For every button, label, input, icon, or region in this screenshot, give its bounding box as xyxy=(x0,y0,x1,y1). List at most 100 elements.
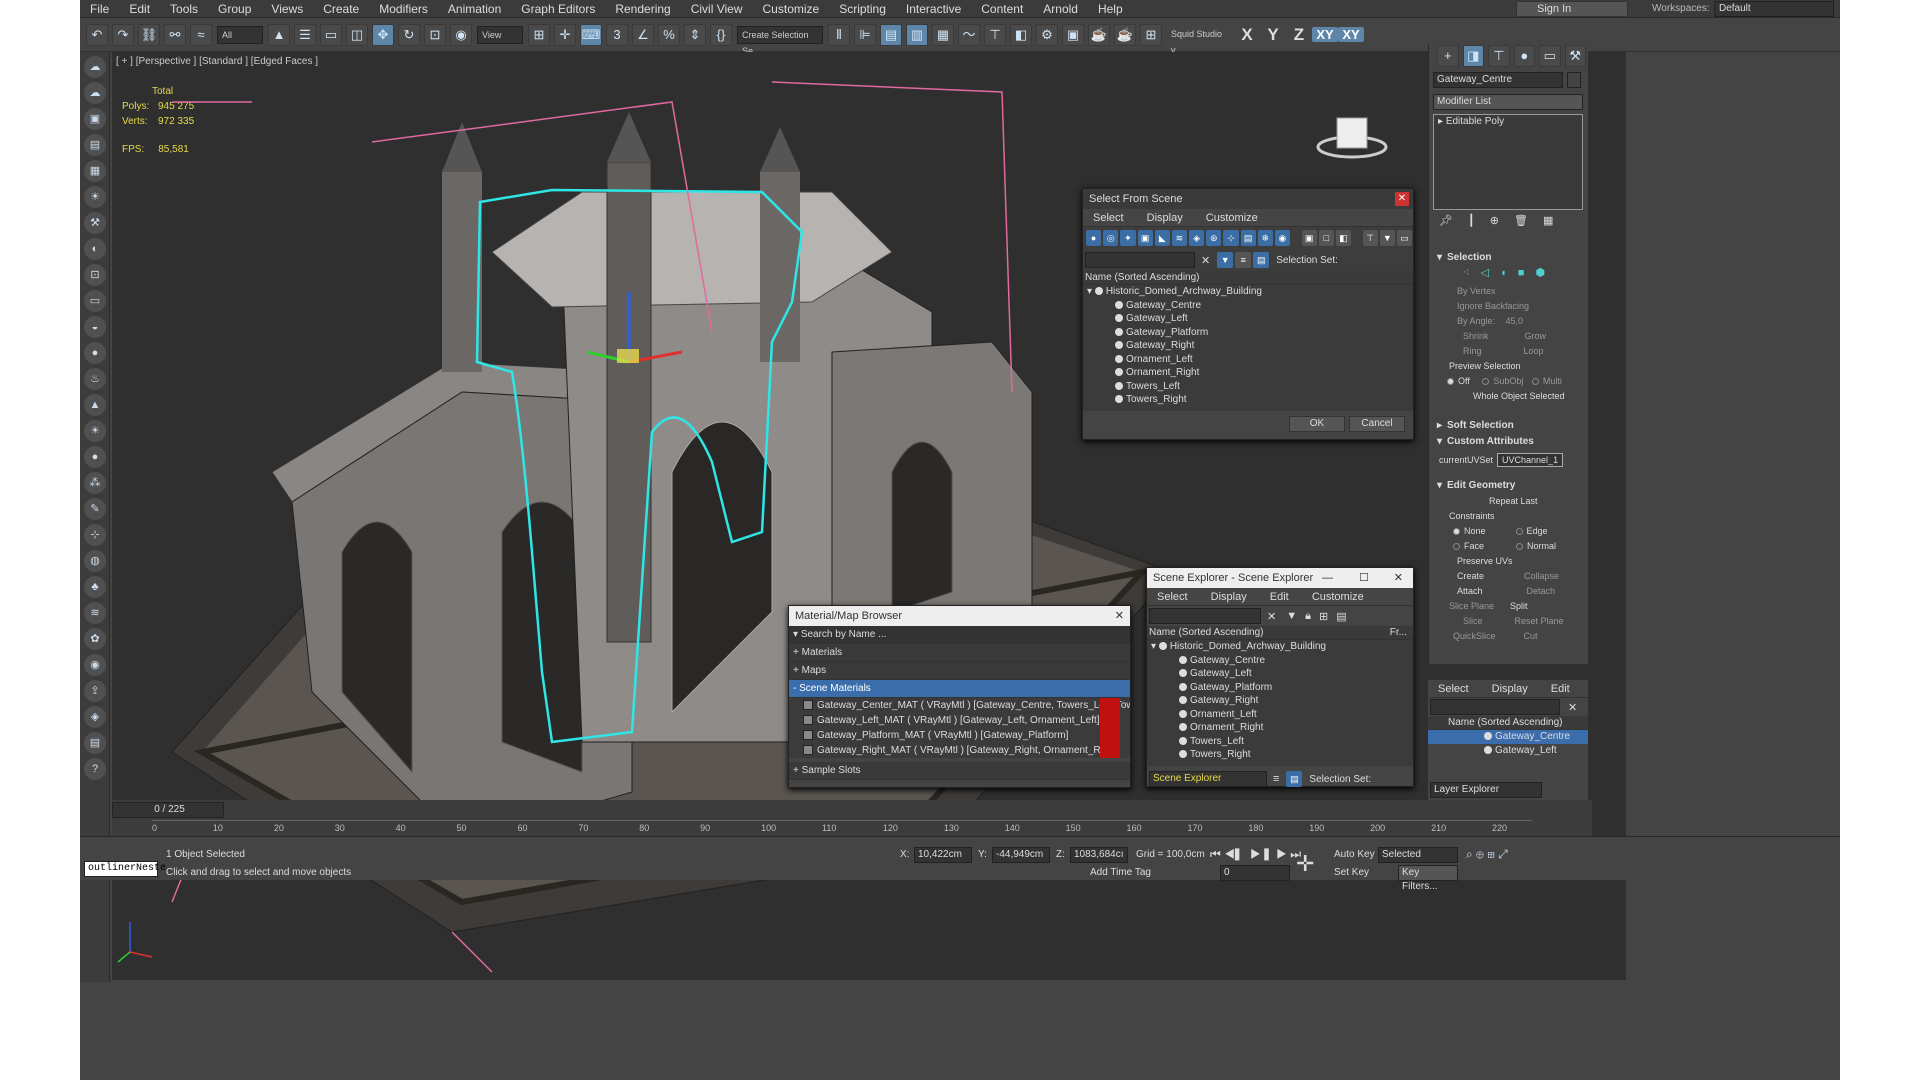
place-icon[interactable]: ◉ xyxy=(450,23,472,46)
eye-icon[interactable] xyxy=(1179,669,1187,678)
custom-attributes-rollout[interactable]: Custom Attributes xyxy=(1433,434,1583,450)
preview-subobj-radio[interactable] xyxy=(1482,378,1490,386)
by-angle-spinner[interactable]: 45,0 xyxy=(1506,316,1524,326)
explorer-column-header[interactable]: Name (Sorted Ascending) Fr... xyxy=(1147,626,1413,640)
constraint-normal-radio[interactable] xyxy=(1516,543,1524,551)
eye-icon[interactable] xyxy=(1179,723,1187,732)
eye-icon[interactable] xyxy=(1115,381,1123,390)
object-name-field[interactable]: Gateway_Centre xyxy=(1433,72,1563,88)
filter-hidden-icon[interactable]: ◉ xyxy=(1274,230,1291,246)
repeat-last-button[interactable]: Repeat Last xyxy=(1433,494,1583,509)
ball-icon[interactable]: ● xyxy=(84,446,106,468)
explorer-search-input[interactable] xyxy=(1149,608,1261,624)
curve-editor-icon[interactable]: 〜 xyxy=(958,23,980,46)
helpers-icon[interactable]: ⚒ xyxy=(84,212,106,234)
tree-item[interactable]: Gateway_Platform xyxy=(1087,326,1413,340)
menu-create[interactable]: Create xyxy=(313,0,369,18)
collapse-button[interactable]: Collapse xyxy=(1524,571,1559,581)
grow-button[interactable]: Grow xyxy=(1525,331,1547,341)
tree-item[interactable]: Ornament_Left xyxy=(1087,353,1413,367)
eye-icon[interactable] xyxy=(1158,642,1167,651)
quickslice-button[interactable]: QuickSlice xyxy=(1453,631,1496,641)
create-button[interactable]: Create xyxy=(1457,571,1484,581)
layer-column-header[interactable]: Name (Sorted Ascending) xyxy=(1428,716,1588,730)
save-icon[interactable]: ▤ xyxy=(84,732,106,754)
create-tab-icon[interactable]: + xyxy=(1437,45,1459,67)
clear-search-icon[interactable]: ✕ xyxy=(1201,254,1210,267)
list-icon[interactable]: ▤ xyxy=(84,134,106,156)
window-crossing-icon[interactable]: ◫ xyxy=(346,23,368,46)
browser-titlebar[interactable]: Material/Map Browser ✕ xyxy=(789,606,1130,626)
loop-button[interactable]: Loop xyxy=(1524,346,1544,356)
box-icon[interactable]: ▭ xyxy=(84,290,106,312)
tree-item[interactable]: Towers_Right xyxy=(1087,393,1413,407)
align-icon[interactable]: ⊫ xyxy=(854,23,876,46)
hierarchy-icon[interactable]: ⊞ xyxy=(1319,610,1328,623)
uvset-input[interactable]: UVChannel_1 xyxy=(1497,453,1564,467)
menu-customize[interactable]: Customize xyxy=(1302,591,1374,603)
element-icon[interactable]: ⬢ xyxy=(1535,267,1545,279)
filter-shapes-icon[interactable]: ◎ xyxy=(1103,230,1119,246)
keyboard-shortcut-override-icon[interactable]: ⌨ xyxy=(580,23,602,46)
pin-stack-icon[interactable]: 📌︎ xyxy=(1439,215,1453,227)
menu-interactive[interactable]: Interactive xyxy=(896,0,971,18)
display-none-icon[interactable]: □ xyxy=(1318,230,1334,246)
maps-section[interactable]: + Maps xyxy=(789,662,1130,680)
menu-customize[interactable]: Customize xyxy=(753,0,830,18)
layer-item[interactable]: Gateway_Centre xyxy=(1428,730,1588,744)
split-checkbox[interactable]: Split xyxy=(1510,601,1528,611)
menu-tools[interactable]: Tools xyxy=(160,0,208,18)
menu-content[interactable]: Content xyxy=(971,0,1033,18)
plant-icon[interactable]: ♣ xyxy=(84,576,106,598)
material-row[interactable]: Gateway_Center_MAT ( VRayMtl ) [Gateway_… xyxy=(799,698,1130,713)
filter-frozen-icon[interactable]: ❄ xyxy=(1257,230,1273,246)
menu-civil-view[interactable]: Civil View xyxy=(681,0,753,18)
vray-icon[interactable]: ◈ xyxy=(84,706,106,728)
eye-icon[interactable] xyxy=(1115,300,1123,309)
particles-icon[interactable]: ⁂ xyxy=(84,472,106,494)
axis-x[interactable]: X xyxy=(1234,25,1260,45)
cut-button[interactable]: Cut xyxy=(1524,631,1538,641)
menu-select[interactable]: Select xyxy=(1147,591,1198,603)
object-color-swatch[interactable] xyxy=(1567,72,1581,88)
light-icon[interactable]: ☀ xyxy=(84,186,106,208)
eye-icon[interactable] xyxy=(1115,327,1123,336)
remove-modifier-icon[interactable]: 🗑︎ xyxy=(1514,215,1528,227)
preview-off-radio[interactable] xyxy=(1447,378,1454,386)
eye-icon[interactable] xyxy=(1115,395,1123,404)
menu-edit[interactable]: Edit xyxy=(1260,591,1299,603)
eye-icon[interactable] xyxy=(1179,696,1187,705)
explorer-titlebar[interactable]: Scene Explorer - Scene Explorer — ☐ ✕ xyxy=(1147,568,1413,588)
render-activeshade-icon[interactable]: ⊞ xyxy=(1140,23,1162,46)
render-iterative-icon[interactable]: ☕ xyxy=(1114,23,1136,46)
axis-xy-alt[interactable]: XY xyxy=(1338,27,1364,42)
close-icon[interactable]: ✕ xyxy=(1394,568,1403,588)
select-rotate-icon[interactable]: ↻ xyxy=(398,23,420,46)
folder-icon[interactable]: ▭ xyxy=(1396,230,1413,246)
toggle-layer-explorer-icon[interactable]: ▥ xyxy=(906,23,928,46)
filter-bones-icon[interactable]: ⊹ xyxy=(1223,230,1239,246)
tree-item[interactable]: Gateway_Left xyxy=(1151,667,1413,681)
menu-select[interactable]: Select xyxy=(1083,212,1134,224)
auto-key-button[interactable]: Auto Key xyxy=(1334,849,1375,860)
find-icon[interactable]: ⊤ xyxy=(1362,230,1378,246)
cone-icon[interactable]: ▲ xyxy=(84,394,106,416)
mirror-icon[interactable]: ⫴ xyxy=(828,23,850,46)
menu-rendering[interactable]: Rendering xyxy=(605,0,680,18)
undo-icon[interactable]: ↶ xyxy=(86,23,108,46)
eye-icon[interactable] xyxy=(1115,341,1123,350)
schematic-view-icon[interactable]: ⊤ xyxy=(984,23,1006,46)
tree-root[interactable]: ▾ Historic_Domed_Archway_Building xyxy=(1087,285,1413,299)
layer-explorer-select[interactable]: Layer Explorer xyxy=(1430,782,1542,798)
menu-file[interactable]: File xyxy=(80,0,119,18)
layers-icon[interactable]: ≡ xyxy=(1273,773,1279,785)
shrink-button[interactable]: Shrink xyxy=(1463,331,1489,341)
eye-icon[interactable] xyxy=(1179,709,1187,718)
constraint-edge-radio[interactable] xyxy=(1515,528,1523,536)
export-icon[interactable]: ⇪ xyxy=(84,680,106,702)
detach-button[interactable]: Detach xyxy=(1527,586,1556,596)
add-time-tag[interactable]: Add Time Tag xyxy=(1090,867,1151,878)
sign-in-button[interactable]: Sign In xyxy=(1516,1,1628,17)
space-warp-icon[interactable]: ⊡ xyxy=(84,264,106,286)
slice-plane-button[interactable]: Slice Plane xyxy=(1449,601,1494,611)
